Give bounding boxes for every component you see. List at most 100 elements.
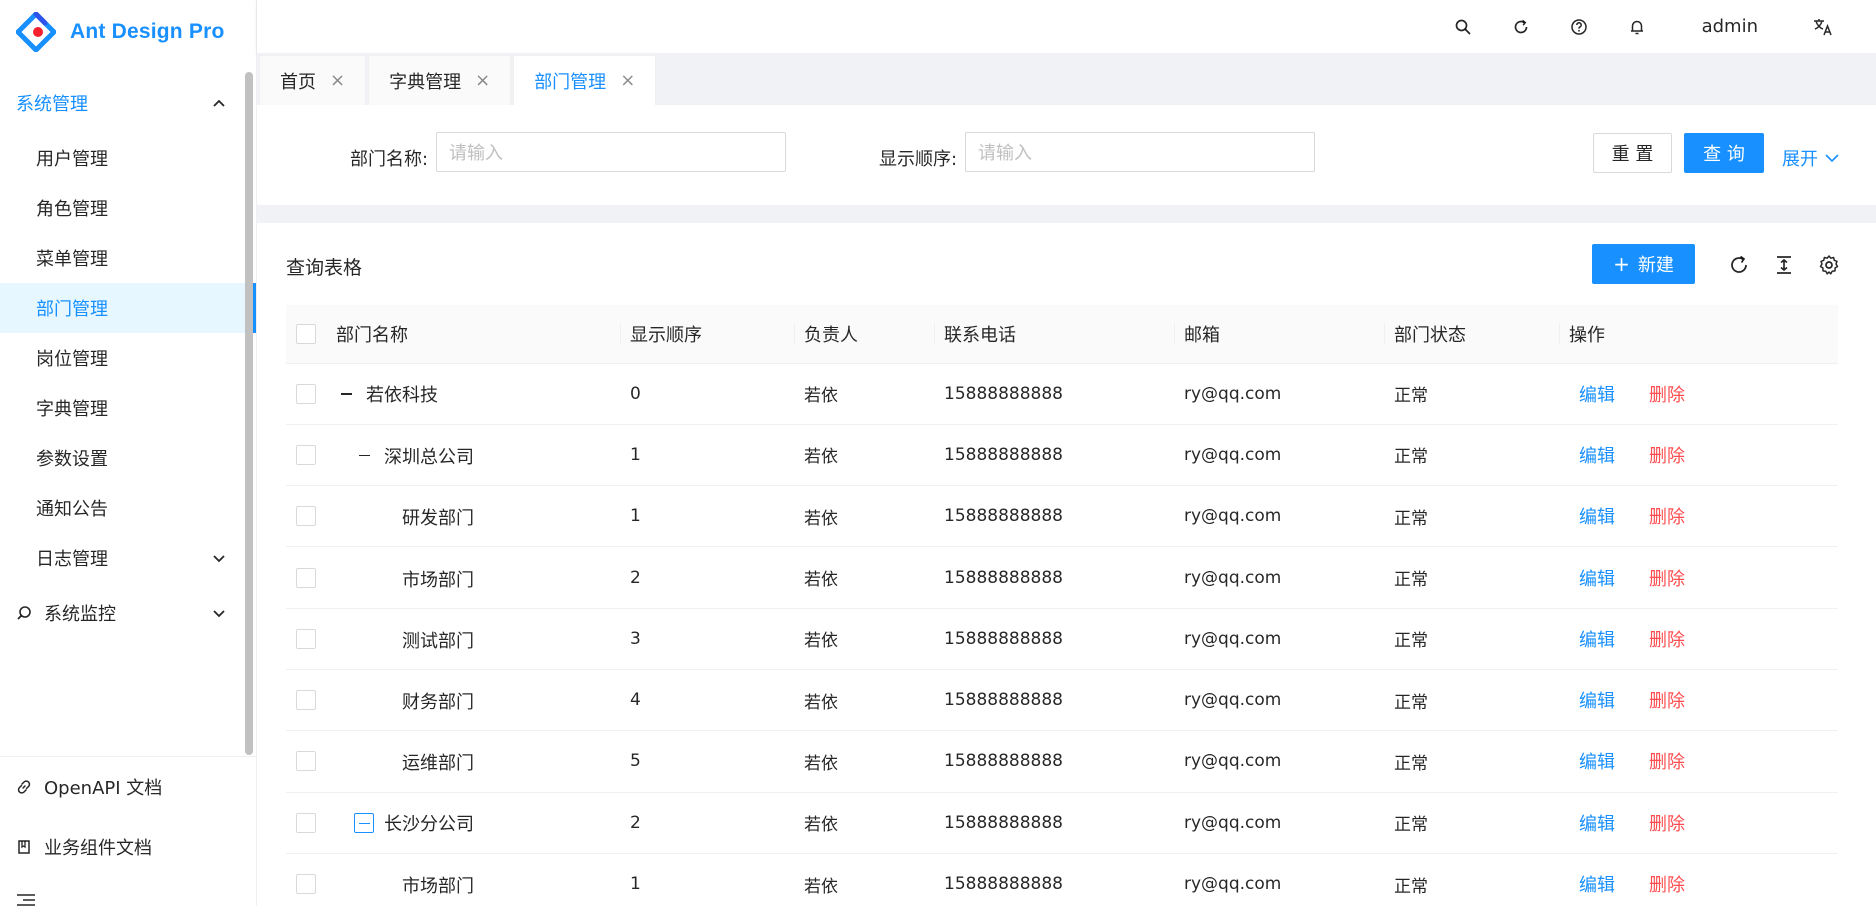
table-row: 市场部门 1 若依 15888888888 ry@qq.com 正常 编辑 删除 <box>286 853 1838 906</box>
header-help-button[interactable] <box>1550 0 1608 53</box>
sidebar-item-depts[interactable]: 部门管理 <box>0 283 256 333</box>
sidebar-item-label: 通知公告 <box>36 499 108 520</box>
delete-link[interactable]: 删除 <box>1649 814 1685 835</box>
header-search-button[interactable] <box>1434 0 1492 53</box>
expand-toggle[interactable]: 展开 <box>1782 145 1840 171</box>
sidebar-item-label: 字典管理 <box>36 399 108 420</box>
menu-group-system[interactable]: 系统管理 <box>0 73 256 133</box>
phone-cell: 15888888888 <box>934 424 1174 487</box>
collapse-row-icon[interactable] <box>354 446 374 466</box>
table-row: 市场部门 2 若依 15888888888 ry@qq.com 正常 编辑 删除 <box>286 546 1838 609</box>
close-icon[interactable]: × <box>330 70 345 91</box>
delete-link[interactable]: 删除 <box>1649 446 1685 467</box>
logo[interactable]: Ant Design Pro <box>0 0 256 64</box>
actions-cell: 编辑 删除 <box>1559 485 1838 548</box>
chevron-up-icon <box>213 99 225 107</box>
header-user[interactable]: admin <box>1666 16 1794 37</box>
row-checkbox[interactable] <box>296 628 316 649</box>
bell-icon <box>1630 20 1643 34</box>
dept-name-cell: 运维部门 <box>326 730 620 793</box>
edit-link[interactable]: 编辑 <box>1579 814 1615 835</box>
dept-name-label: 部门名称: <box>350 149 429 170</box>
tab-dict[interactable]: 字典管理 × <box>368 55 512 105</box>
query-button[interactable]: 查 询 <box>1684 133 1764 173</box>
sidebar-links: OpenAPI 文档 业务组件文档 <box>0 756 256 877</box>
dept-name-input[interactable]: 请输入 <box>436 132 786 172</box>
delete-link[interactable]: 删除 <box>1649 507 1685 528</box>
row-checkbox[interactable] <box>296 690 316 711</box>
collapse-row-icon[interactable] <box>336 384 356 404</box>
reload-icon[interactable] <box>1727 253 1751 277</box>
sidebar-item-roles[interactable]: 角色管理 <box>0 183 256 233</box>
sidebar-item-posts[interactable]: 岗位管理 <box>0 333 256 383</box>
edit-link[interactable]: 编辑 <box>1579 446 1615 467</box>
delete-link[interactable]: 删除 <box>1649 691 1685 712</box>
status-cell: 正常 <box>1384 792 1559 854</box>
column-height-icon[interactable] <box>1772 253 1796 277</box>
sidebar-item-label: 用户管理 <box>36 149 108 170</box>
component-doc-link[interactable]: 业务组件文档 <box>0 817 256 877</box>
collapse-row-icon[interactable] <box>354 813 374 834</box>
header-reload-button[interactable] <box>1492 0 1550 53</box>
sidebar-item-logs[interactable]: 日志管理 <box>0 533 256 583</box>
row-checkbox[interactable] <box>296 444 316 465</box>
leader-cell: 若依 <box>794 792 934 854</box>
delete-link[interactable]: 删除 <box>1649 630 1685 651</box>
select-all-checkbox[interactable] <box>296 324 316 345</box>
menu-fold-icon[interactable] <box>16 893 36 906</box>
row-checkbox[interactable] <box>296 874 316 895</box>
reload-icon <box>1514 19 1527 33</box>
order-input[interactable]: 请输入 <box>965 132 1315 172</box>
book-icon <box>18 840 30 854</box>
close-icon[interactable]: × <box>620 70 635 91</box>
delete-link[interactable]: 删除 <box>1649 385 1685 406</box>
sidebar-item-monitor[interactable]: 系统监控 <box>0 583 256 643</box>
delete-link[interactable]: 删除 <box>1649 752 1685 773</box>
table-card: 查询表格 + 新建 部门名称 显示顺序 负责人 联系电话 邮箱 部门状态 操作 … <box>257 223 1876 906</box>
status-cell: 正常 <box>1384 485 1559 548</box>
sidebar-item-notice[interactable]: 通知公告 <box>0 483 256 533</box>
sidebar-item-label: 系统监控 <box>44 604 116 625</box>
dept-name: 测试部门 <box>402 630 474 652</box>
edit-link[interactable]: 编辑 <box>1579 752 1615 773</box>
new-button[interactable]: + 新建 <box>1592 244 1695 284</box>
sidebar-scrollbar[interactable] <box>245 72 253 755</box>
close-icon[interactable]: × <box>475 70 490 91</box>
delete-link[interactable]: 删除 <box>1649 875 1685 896</box>
tab-home[interactable]: 首页 × <box>259 55 367 105</box>
edit-link[interactable]: 编辑 <box>1579 691 1615 712</box>
sidebar-item-config[interactable]: 参数设置 <box>0 433 256 483</box>
edit-link[interactable]: 编辑 <box>1579 507 1615 528</box>
row-checkbox[interactable] <box>296 506 316 527</box>
row-checkbox[interactable] <box>296 567 316 588</box>
actions-cell: 编辑 删除 <box>1559 608 1838 670</box>
order-cell: 0 <box>620 363 794 425</box>
order-cell: 2 <box>620 546 794 609</box>
row-checkbox[interactable] <box>296 751 316 772</box>
tab-dept[interactable]: 部门管理 × <box>513 55 657 105</box>
dept-name-cell: 市场部门 <box>326 853 620 906</box>
actions-cell: 编辑 删除 <box>1559 730 1838 793</box>
edit-link[interactable]: 编辑 <box>1579 385 1615 406</box>
setting-icon[interactable] <box>1817 253 1841 277</box>
dept-name: 运维部门 <box>402 753 474 775</box>
chevron-down-icon <box>1825 154 1839 163</box>
dept-name-cell: 市场部门 <box>326 546 620 609</box>
reset-button[interactable]: 重 置 <box>1593 133 1672 173</box>
delete-link[interactable]: 删除 <box>1649 569 1685 590</box>
edit-link[interactable]: 编辑 <box>1579 875 1615 896</box>
sidebar-item-menus[interactable]: 菜单管理 <box>0 233 256 283</box>
row-checkbox[interactable] <box>296 812 316 833</box>
openapi-doc-link[interactable]: OpenAPI 文档 <box>0 757 256 817</box>
phone-cell: 15888888888 <box>934 546 1174 609</box>
dept-name: 深圳总公司 <box>384 446 474 468</box>
row-checkbox[interactable] <box>296 383 316 404</box>
edit-link[interactable]: 编辑 <box>1579 569 1615 590</box>
email-cell: ry@qq.com <box>1174 853 1384 906</box>
edit-link[interactable]: 编辑 <box>1579 630 1615 651</box>
sidebar-item-users[interactable]: 用户管理 <box>0 133 256 183</box>
header-language-button[interactable] <box>1794 0 1852 53</box>
app-title: Ant Design Pro <box>70 20 225 43</box>
header-notice-button[interactable] <box>1608 0 1666 53</box>
sidebar-item-dicts[interactable]: 字典管理 <box>0 383 256 433</box>
